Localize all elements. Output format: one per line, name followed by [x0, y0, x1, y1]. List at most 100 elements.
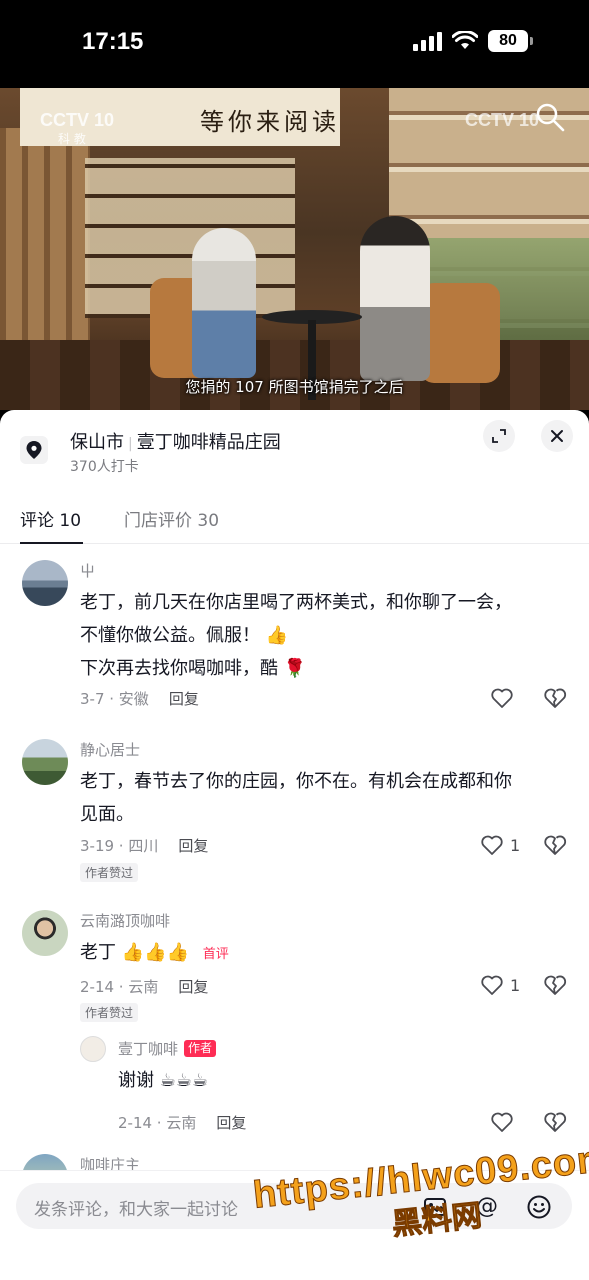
comment-line-text: 不懂你做公益。佩服！ [80, 625, 260, 646]
dislike-button[interactable] [543, 686, 567, 710]
broken-heart-icon [544, 975, 567, 995]
comment-input-bar: 发条评论，和大家一起讨论 @ [0, 1170, 589, 1280]
avatar[interactable] [22, 739, 68, 785]
battery-icon: 80 [488, 30, 533, 52]
like-count: 1 [510, 835, 521, 855]
comment-date-location: 3-19 · 四川 [80, 837, 159, 855]
thumbs-up-emoji-icon: 👍 [166, 942, 189, 963]
like-button[interactable] [490, 1110, 514, 1134]
thumbs-up-emoji-icon: 👍 [265, 625, 289, 646]
like-button[interactable]: 1 [480, 973, 520, 997]
tab-comments[interactable]: 评论 10 [20, 506, 81, 531]
comment-line: 见面。 [80, 804, 134, 825]
coffee-emoji-icon: ☕ [192, 1070, 209, 1091]
channel-logo: CCTV 10 [40, 110, 115, 130]
thumbs-up-emoji-icon: 👍 [144, 942, 167, 963]
thumbs-up-emoji-icon: 👍 [121, 942, 145, 963]
expand-icon [492, 429, 506, 443]
reply-button[interactable]: 回复 [216, 1114, 246, 1132]
status-icons: 80 [413, 30, 533, 52]
location-title[interactable]: 保山市 | 壹丁咖啡精品庄园 [70, 428, 281, 454]
comment-meta: 2-14 · 云南 回复 [118, 1112, 246, 1133]
avatar[interactable] [22, 560, 68, 606]
comment-line: 老丁，春节去了你的庄园，你不在。有机会在成都和你 [80, 771, 512, 792]
close-button[interactable] [541, 420, 573, 452]
first-comment-tag: 首评 [202, 947, 229, 962]
comment-line: 老丁，前几天在你店里喝了两杯美式，和你聊了一会， [80, 592, 512, 613]
reply-username-row: 壹丁咖啡 作者 [118, 1038, 217, 1059]
comment-input-placeholder: 发条评论，和大家一起讨论 [34, 1200, 238, 1220]
reply-button[interactable]: 回复 [178, 978, 208, 996]
like-count: 1 [510, 975, 521, 995]
comment-meta: 2-14 · 云南 回复 [80, 976, 208, 997]
status-time: 17:15 [82, 28, 144, 55]
search-icon[interactable] [533, 100, 567, 134]
comment-text: 谢谢 ☕☕☕ [118, 1066, 208, 1096]
comment-meta: 3-7 · 安徽 回复 [80, 688, 199, 709]
expand-button[interactable] [483, 420, 515, 452]
broken-heart-icon [544, 688, 567, 708]
coffee-emoji-icon: ☕ [175, 1070, 193, 1091]
channel-sub: 科 教 [58, 132, 86, 146]
comment-meta: 3-19 · 四川 回复 [80, 835, 208, 856]
comment-username[interactable]: 云南潞顶咖啡 [80, 910, 170, 931]
comment-input[interactable]: 发条评论，和大家一起讨论 @ [16, 1183, 572, 1229]
wifi-icon [452, 31, 478, 49]
comment-date-location: 2-14 · 云南 [118, 1114, 197, 1132]
person-woman [360, 216, 430, 381]
comment-line-text: 下次再去找你喝咖啡，酷 [80, 658, 278, 679]
avatar[interactable] [80, 1036, 106, 1062]
tab-bar: 评论 10 门店评价 30 [0, 498, 589, 544]
location-pin-icon [20, 436, 48, 464]
heart-icon [491, 688, 513, 708]
close-icon [551, 430, 563, 442]
comment-date-location: 2-14 · 云南 [80, 978, 159, 996]
comment-line: 下次再去找你喝咖啡，酷 🌹 [80, 652, 560, 685]
location-city: 保山市 [70, 432, 124, 453]
sign-text: 等你来阅读 [200, 108, 340, 136]
dislike-button[interactable] [543, 833, 567, 857]
heart-icon [481, 975, 503, 995]
reply-item: 壹丁咖啡 作者 谢谢 ☕☕☕ 2-14 · 云南 回复 [0, 1036, 589, 1136]
comment-username[interactable]: 壹丁咖啡 [118, 1040, 178, 1058]
tab-store-reviews[interactable]: 门店评价 30 [124, 506, 219, 531]
location-name: 壹丁咖啡精品庄园 [136, 432, 281, 453]
floor [0, 340, 589, 410]
cellular-signal-icon [413, 31, 442, 51]
heart-icon [481, 835, 503, 855]
emoji-icon[interactable] [526, 1194, 552, 1220]
avatar[interactable] [22, 910, 68, 956]
status-bar: 17:15 80 [0, 0, 589, 88]
image-icon[interactable] [422, 1194, 448, 1220]
reply-button[interactable]: 回复 [178, 837, 208, 855]
comment-username[interactable]: 静心居士 [80, 739, 140, 760]
comment-text: 老丁 👍👍👍 首评 [80, 936, 560, 971]
author-badge: 作者 [184, 1040, 217, 1057]
checkin-count: 370人打卡 [70, 459, 139, 475]
comment-text: 老丁，春节去了你的庄园，你不在。有机会在成都和你 见面。 [80, 765, 560, 831]
video-player[interactable]: 等你来阅读 CCTV 10 科 教 CCTV 10 您捐的 107 所图书馆捐完… [0, 88, 589, 410]
person-man [192, 228, 256, 378]
mention-icon[interactable]: @ [474, 1194, 500, 1220]
comment-username[interactable]: 屮 [80, 560, 95, 581]
dislike-button[interactable] [543, 973, 567, 997]
location-header: 保山市 | 壹丁咖啡精品庄园 370人打卡 [0, 410, 589, 490]
channel-logo-right: CCTV 10 [464, 110, 539, 130]
comment-text: 老丁，前几天在你店里喝了两杯美式，和你聊了一会， 不懂你做公益。佩服！ 👍 下次… [80, 586, 560, 685]
video-subtitle: 您捐的 107 所图书馆捐完了之后 [185, 378, 404, 396]
reply-button[interactable]: 回复 [169, 690, 199, 708]
broken-heart-icon [544, 835, 567, 855]
like-button[interactable]: 1 [480, 833, 520, 857]
dislike-button[interactable] [543, 1110, 567, 1134]
author-liked-tag: 作者赞过 [80, 1003, 139, 1022]
rose-emoji-icon: 🌹 [283, 658, 307, 679]
coffee-emoji-icon: ☕ [159, 1070, 176, 1091]
heart-icon [491, 1112, 513, 1132]
comment-sheet: 保山市 | 壹丁咖啡精品庄园 370人打卡 评论 10 门店评价 30 屮 老丁，前… [0, 410, 589, 1280]
like-button[interactable] [490, 686, 514, 710]
broken-heart-icon [544, 1112, 567, 1132]
comment-line-text: 老丁 [80, 942, 116, 963]
comment-date-location: 3-7 · 安徽 [80, 690, 149, 708]
comment-line: 不懂你做公益。佩服！ 👍 [80, 619, 560, 652]
battery-level: 80 [488, 30, 528, 52]
